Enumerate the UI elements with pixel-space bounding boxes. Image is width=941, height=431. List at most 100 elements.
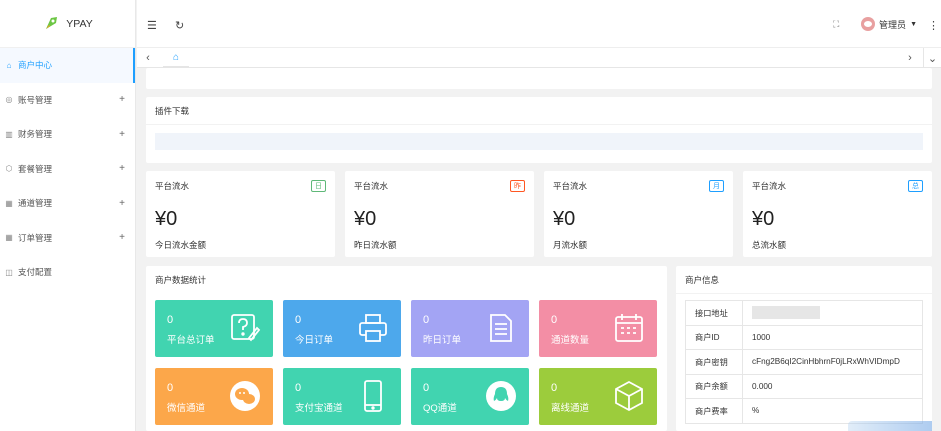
flow-title: 平台流水 (155, 181, 190, 191)
stat-label: 通道数量 (551, 335, 590, 346)
sidebar-item-package[interactable]: ⬡ 套餐管理 + (0, 152, 135, 187)
flow-title: 平台流水 (354, 181, 389, 191)
stats-title: 商户数据统计 (155, 275, 207, 285)
sidebar-item-label: 商户中心 (18, 60, 53, 71)
info-value: 0.000 (742, 373, 923, 399)
watermark (848, 421, 932, 431)
flow-value: ¥0 (752, 208, 775, 230)
flow-value: ¥0 (354, 208, 377, 230)
stat-label: 昨日订单 (423, 335, 462, 346)
sidebar-item-label: 财务管理 (18, 129, 53, 140)
order-icon: ▦ (5, 233, 13, 243)
info-key: 商户ID (685, 324, 743, 350)
sidebar-item-merchant-center[interactable]: ⌂ 商户中心 (0, 48, 135, 83)
finance-icon: ▥ (5, 129, 13, 139)
sidebar-item-order[interactable]: ▦ 订单管理 + (0, 221, 135, 256)
stat-tile-today-orders[interactable]: 0 今日订单 (283, 300, 401, 357)
flow-card-today: 平台流水 日 ¥0 今日流水金额 (146, 171, 335, 257)
home-icon: ⌂ (6, 60, 12, 70)
stat-value: 0 (295, 314, 302, 326)
stat-label: 平台总订单 (167, 335, 215, 346)
document-icon (490, 314, 512, 342)
stat-tile-offline[interactable]: 0 离线通道 (539, 368, 657, 425)
home-icon: ⌂ (172, 51, 180, 63)
stat-value: 0 (551, 382, 558, 394)
tab-menu-icon[interactable]: ⌄ (923, 48, 941, 68)
flow-subtitle: 月流水额 (553, 240, 588, 250)
top-card (146, 68, 932, 89)
menu-toggle-icon[interactable]: ☰ (147, 19, 157, 32)
flow-badge: 月 (709, 180, 724, 192)
sidebar-item-label: 通道管理 (18, 198, 53, 209)
sidebar-item-finance[interactable]: ▥ 财务管理 + (0, 117, 135, 152)
table-row: 商户ID 1000 (685, 324, 923, 350)
sidebar: YPAY ⌂ 商户中心 ◎ 账号管理 + ▥ 财务管理 + ⬡ 套餐管理 + ▦… (0, 0, 136, 431)
stat-label: 微信通道 (167, 403, 206, 414)
stat-value: 0 (167, 314, 174, 326)
sidebar-item-payment-config[interactable]: ◫ 支付配置 (0, 255, 135, 290)
table-row: 商户密钥 cFng2B6qI2CinHbhrnF0jLRxWhVIDmpD (685, 349, 923, 375)
stat-tile-total-orders[interactable]: 0 平台总订单 (155, 300, 273, 357)
info-key: 商户费率 (685, 398, 743, 424)
info-value: 1000 (742, 324, 923, 350)
table-row: 商户余额 0.000 (685, 373, 923, 399)
flow-title: 平台流水 (752, 181, 787, 191)
refresh-icon[interactable]: ↻ (175, 19, 184, 32)
tab-prev-icon[interactable]: ‹ (139, 48, 157, 68)
masked-value (752, 306, 820, 320)
merchant-info-card: 商户信息 接口地址 商户ID 1000 商户密钥 cFng2B6qI2CinHb… (676, 266, 932, 431)
flow-card-total: 平台流水 总 ¥0 总流水额 (743, 171, 932, 257)
printer-icon (359, 314, 387, 342)
sidebar-item-account[interactable]: ◎ 账号管理 + (0, 83, 135, 118)
merchant-info-table: 接口地址 商户ID 1000 商户密钥 cFng2B6qI2CinHbhrnF0… (685, 300, 923, 424)
fullscreen-icon[interactable]: ⛶ (833, 19, 839, 30)
sidebar-item-label: 支付配置 (18, 267, 53, 278)
sidebar-item-label: 订单管理 (18, 232, 53, 243)
stat-tile-wechat[interactable]: 0 微信通道 (155, 368, 273, 425)
info-value: % (742, 398, 923, 424)
stat-tile-alipay[interactable]: 0 支付宝通道 (283, 368, 401, 425)
logo: YPAY (0, 0, 135, 48)
flow-badge: 日 (311, 180, 326, 192)
cube-icon (615, 380, 643, 412)
user-label: 管理员 (879, 19, 907, 30)
stat-label: QQ通道 (423, 403, 457, 414)
stats-card: 商户数据统计 0 平台总订单 0 今日订单 0 昨日订单 0 通道数量 0 微信… (146, 266, 667, 431)
expand-icon: + (119, 232, 125, 244)
expand-icon: + (119, 163, 125, 175)
stat-value: 0 (423, 382, 430, 394)
sidebar-item-label: 套餐管理 (18, 163, 53, 174)
rocket-icon (46, 16, 58, 29)
stat-label: 离线通道 (551, 403, 590, 414)
expand-icon: + (119, 94, 125, 106)
table-row: 接口地址 (685, 300, 923, 326)
sidebar-item-channel[interactable]: ▦ 通道管理 + (0, 186, 135, 221)
config-icon: ◫ (5, 267, 13, 277)
question-edit-icon (231, 314, 261, 342)
stat-value: 0 (167, 382, 174, 394)
stat-tile-channel-count[interactable]: 0 通道数量 (539, 300, 657, 357)
flow-card-yesterday: 平台流水 昨 ¥0 昨日流水额 (345, 171, 534, 257)
expand-icon: + (119, 128, 125, 140)
info-value (742, 300, 923, 326)
plugin-title: 插件下载 (146, 97, 932, 125)
user-menu[interactable]: 管理员 ▼ (861, 17, 917, 31)
more-vertical-icon[interactable]: ⋮ (928, 19, 939, 32)
channel-icon: ▦ (5, 198, 13, 208)
qq-icon (486, 381, 516, 411)
stat-label: 今日订单 (295, 335, 334, 346)
tab-home[interactable]: ⌂ (163, 48, 189, 68)
wechat-icon (230, 381, 260, 411)
stat-tile-qq[interactable]: 0 QQ通道 (411, 368, 529, 425)
calendar-icon (615, 314, 643, 342)
info-value: cFng2B6qI2CinHbhrnF0jLRxWhVIDmpD (742, 349, 923, 375)
tab-next-icon[interactable]: › (901, 48, 919, 68)
flow-badge: 总 (908, 180, 923, 192)
avatar (861, 17, 876, 31)
flow-subtitle: 总流水额 (752, 240, 787, 250)
merchant-info-title: 商户信息 (676, 266, 932, 294)
stat-tile-yesterday-orders[interactable]: 0 昨日订单 (411, 300, 529, 357)
table-row: 商户费率 % (685, 398, 923, 424)
flow-value: ¥0 (155, 208, 178, 230)
stat-value: 0 (423, 314, 430, 326)
